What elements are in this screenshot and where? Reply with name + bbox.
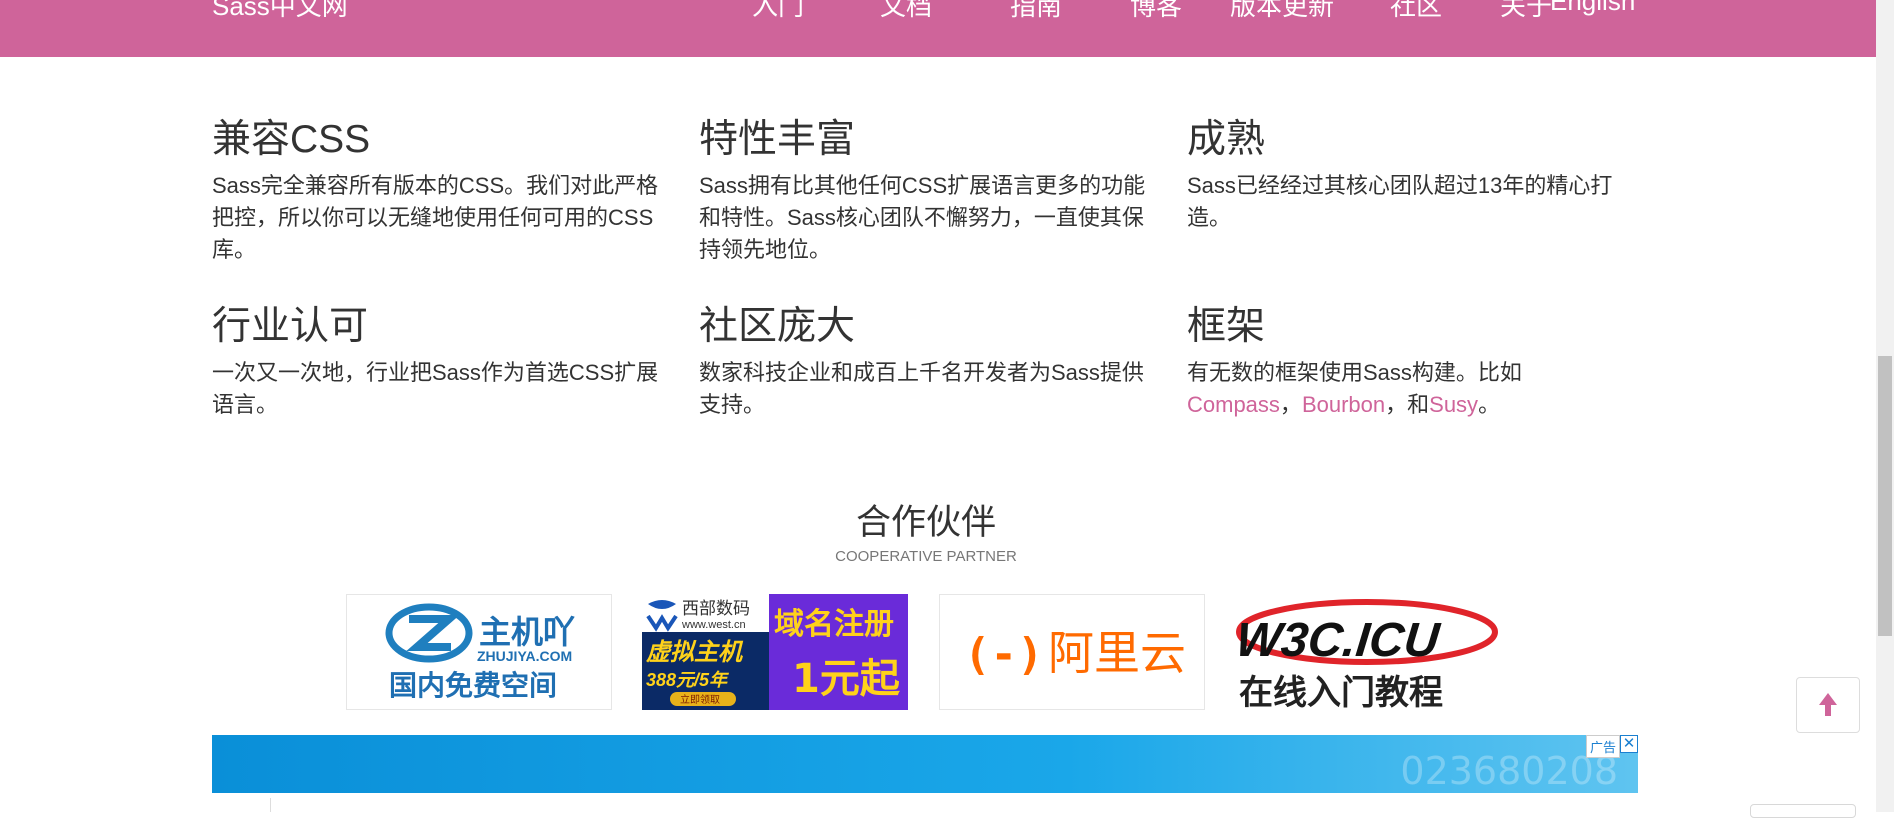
w3c-icu-name: W3C.ICU [1235, 613, 1443, 667]
feature-title: 框架 [1187, 305, 1266, 348]
feature-title: 兼容CSS [212, 118, 371, 161]
ad-banner[interactable]: 023680208 广告 ✕ [212, 735, 1638, 793]
nav-item-community[interactable]: 社区 [1390, 0, 1442, 23]
feature-desc: Sass已经经过其核心团队超过13年的精心打造。 [1187, 173, 1613, 230]
feature-title: 特性丰富 [699, 118, 856, 161]
ad-label: 广告 [1585, 735, 1620, 758]
partner-aliyun[interactable]: (-) 阿里云 [939, 594, 1205, 710]
feature-title: 行业认可 [212, 305, 369, 348]
ad-close-icon[interactable]: ✕ [1620, 735, 1638, 753]
aliyun-logo-icon: (-) 阿里云 [964, 626, 1186, 680]
feature-desc: Sass拥有比其他任何CSS扩展语言更多的功能和特性。Sass核心团队不懈努力，… [699, 173, 1146, 262]
feature-desc: Sass完全兼容所有版本的CSS。我们对此严格把控，所以你可以无缝地使用任何可用… [212, 173, 659, 262]
west-line1: 虚拟主机 [646, 638, 744, 666]
aliyun-mark: (-) [964, 629, 1043, 680]
feature-title: 社区庞大 [699, 305, 856, 348]
susy-link[interactable]: Susy [1429, 392, 1478, 417]
nav-item-intro[interactable]: 入门 [752, 0, 804, 23]
feature-desc: 一次又一次地，行业把Sass作为首选CSS扩展语言。 [212, 360, 659, 417]
west-right1: 域名注册 [774, 607, 894, 642]
partner-zhujiya[interactable]: 主机吖 ZHUJIYA.COM 国内免费空间 [346, 594, 612, 710]
feature-desc: 有无数的框架使用Sass构建。比如 Compass，Bourbon，和Susy。 [1187, 357, 1637, 421]
west-cta: 立即领取 [680, 693, 720, 706]
feature-css-compatible: 兼容CSS Sass完全兼容所有版本的CSS。我们对此严格把控，所以你可以无缝地… [212, 116, 662, 266]
separator: ，和 [1385, 392, 1430, 417]
floating-widget[interactable] [1750, 804, 1856, 818]
feature-industry-approved: 行业认可 一次又一次地，行业把Sass作为首选CSS扩展语言。 [212, 303, 662, 421]
partner-west-cn[interactable]: 西部数码 www.west.cn 虚拟主机 388元/5年 立即领取 域名注册 … [642, 594, 908, 710]
footer-divider [270, 798, 271, 812]
feature-mature: 成熟 Sass已经经过其核心团队超过13年的精心打造。 [1187, 116, 1637, 234]
partners-title: 合作伙伴 [855, 503, 996, 542]
aliyun-name: 阿里云 [1048, 626, 1186, 680]
feature-large-community: 社区庞大 数家科技企业和成百上千名开发者为Sass提供支持。 [699, 303, 1149, 421]
feature-desc-prefix: 有无数的框架使用Sass构建。比如 [1187, 360, 1522, 385]
page-scrollbar[interactable] [1876, 0, 1894, 812]
zhujiya-logo-icon: 主机吖 ZHUJIYA.COM 国内免费空间 [385, 603, 575, 702]
west-name: 西部数码 [682, 599, 750, 619]
w3c-icu-slogan: 在线入门教程 [1239, 673, 1443, 710]
feature-rich: 特性丰富 Sass拥有比其他任何CSS扩展语言更多的功能和特性。Sass核心团队… [699, 116, 1149, 266]
zhujiya-name: 主机吖 [479, 613, 575, 651]
west-cn-banner-icon: 西部数码 www.west.cn 虚拟主机 388元/5年 立即领取 域名注册 … [642, 594, 908, 710]
separator: 。 [1478, 392, 1501, 417]
feature-title: 成熟 [1187, 118, 1266, 161]
zhujiya-domain: ZHUJIYA.COM [477, 648, 572, 664]
w3c-icu-logo-icon: W3C.ICU 在线入门教程 [1235, 599, 1498, 710]
west-right2: 1元起 [792, 656, 901, 702]
nav-item-docs[interactable]: 文档 [880, 0, 932, 23]
scrollbar-thumb[interactable] [1878, 356, 1892, 636]
partner-w3c-icu[interactable]: W3C.ICU 在线入门教程 [1235, 594, 1501, 710]
bourbon-link[interactable]: Bourbon [1302, 392, 1385, 417]
nav-item-english[interactable]: English [1550, 0, 1635, 17]
compass-link[interactable]: Compass [1187, 392, 1280, 417]
site-header: Sass中文网 入门 文档 指南 博客 版本更新 社区 关于 English [0, 0, 1876, 57]
separator: ， [1279, 392, 1302, 417]
feature-desc: 数家科技企业和成百上千名开发者为Sass提供支持。 [699, 360, 1144, 417]
brand-logo[interactable]: Sass中文网 [212, 0, 348, 23]
nav-item-about[interactable]: 关于 [1500, 0, 1552, 23]
nav-item-blog[interactable]: 博客 [1130, 0, 1182, 23]
arrow-up-icon [1819, 693, 1837, 716]
zhujiya-slogan: 国内免费空间 [389, 669, 557, 702]
nav-item-changelog[interactable]: 版本更新 [1230, 0, 1334, 23]
back-to-top-button[interactable] [1796, 677, 1860, 733]
west-line2: 388元/5年 [646, 670, 730, 690]
west-domain: www.west.cn [681, 619, 746, 631]
feature-frameworks: 框架 有无数的框架使用Sass构建。比如 Compass，Bourbon，和Sus… [1187, 303, 1637, 421]
nav-item-guide[interactable]: 指南 [1010, 0, 1062, 23]
partners-subtitle: COOPERATIVE PARTNER [835, 548, 1017, 565]
